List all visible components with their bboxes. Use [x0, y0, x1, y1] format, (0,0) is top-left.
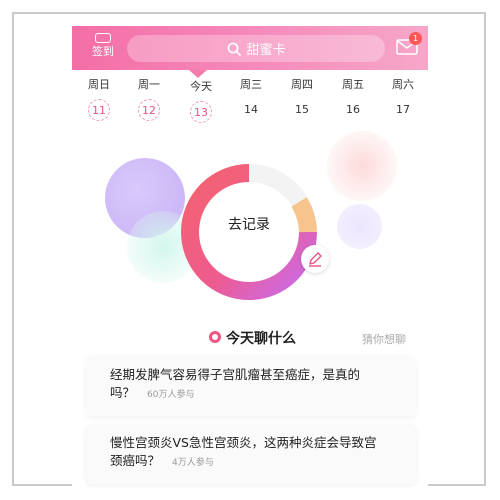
pink-bubble — [327, 131, 397, 201]
day-name: 周日 — [88, 78, 110, 91]
day-wednesday[interactable]: 周三 14 — [231, 78, 271, 121]
search-icon — [228, 42, 242, 56]
topics-title: 今天聊什么 — [226, 331, 296, 347]
day-date: 15 — [295, 103, 309, 116]
day-name: 周一 — [138, 78, 160, 91]
day-monday[interactable]: 周一 12 — [129, 78, 169, 121]
app-screen: 签到 甜蜜卡 1 周日 11 周一 12 今天 13 周三 14 周四 15 周… — [72, 26, 428, 488]
topics-header: 今天聊什么 猜你想聊 — [72, 326, 428, 348]
topic-card[interactable]: 慢性宫颈炎VS急性宫颈炎，这两种炎症会导致宫 颈癌吗？ 4万人参与 — [86, 424, 416, 484]
topic-question: 慢性宫颈炎VS急性宫颈炎，这两种炎症会导致宫 颈癌吗？ 4万人参与 — [110, 434, 400, 472]
day-date: 13 — [190, 101, 212, 123]
day-date: 11 — [88, 99, 110, 121]
message-badge: 1 — [409, 32, 422, 45]
day-date: 14 — [244, 103, 258, 116]
question-line2: 吗？ — [110, 385, 136, 400]
participant-count: 4万人参与 — [172, 458, 214, 468]
day-date: 12 — [138, 99, 160, 121]
topic-card[interactable]: 经期发脾气容易得子宫肌瘤甚至癌症，是真的 吗？ 60万人参与 — [86, 356, 416, 416]
search-placeholder: 甜蜜卡 — [246, 43, 286, 58]
day-name: 周六 — [392, 78, 414, 91]
day-date: 16 — [346, 103, 360, 116]
question-line2: 颈癌吗？ — [110, 453, 161, 468]
day-name: 周四 — [291, 78, 313, 91]
question-line1: 经期发脾气容易得子宫肌瘤甚至癌症，是真的 — [110, 367, 361, 382]
topic-dot-icon — [209, 331, 221, 343]
edit-button[interactable] — [301, 245, 329, 273]
day-saturday[interactable]: 周六 17 — [383, 78, 423, 121]
day-sunday[interactable]: 周日 11 — [79, 78, 119, 121]
topic-question: 经期发脾气容易得子宫肌瘤甚至癌症，是真的 吗？ 60万人参与 — [110, 366, 400, 404]
day-name: 今天 — [190, 80, 212, 93]
record-label[interactable]: 去记录 — [179, 214, 319, 234]
day-thursday[interactable]: 周四 15 — [282, 78, 322, 121]
lilac-bubble — [337, 204, 382, 249]
signin-label: 签到 — [92, 45, 114, 58]
guess-link[interactable]: 猜你想聊 — [362, 331, 406, 347]
question-line1: 慢性宫颈炎VS急性宫颈炎，这两种炎症会导致宫 — [110, 435, 377, 450]
pencil-icon — [309, 252, 322, 267]
signin-icon — [95, 33, 111, 43]
day-date: 17 — [396, 103, 410, 116]
day-friday[interactable]: 周五 16 — [333, 78, 373, 121]
day-today[interactable]: 今天 13 — [181, 80, 221, 123]
day-name: 周五 — [342, 78, 364, 91]
participant-count: 60万人参与 — [147, 390, 195, 400]
top-header: 签到 甜蜜卡 1 — [72, 26, 428, 70]
today-pointer — [189, 70, 207, 78]
day-name: 周三 — [240, 78, 262, 91]
search-bar[interactable]: 甜蜜卡 — [127, 35, 385, 62]
signin-button[interactable]: 签到 — [84, 33, 122, 65]
